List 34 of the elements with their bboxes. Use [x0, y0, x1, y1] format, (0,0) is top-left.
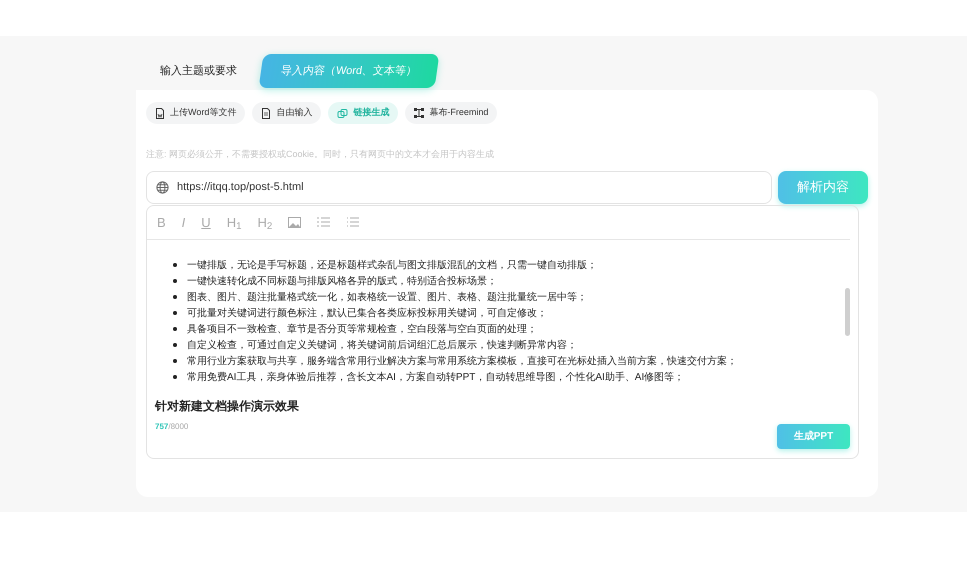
format-button[interactable]: H$_{1}$	[226, 216, 242, 228]
notice-text: 注意: 网页必须公开，不需要授权或Cookie。同时，只有网页中的文本才会用于内容生成	[146, 148, 496, 161]
content-heading: 针对新建文档操作演示效果	[155, 398, 300, 414]
bullet-text: 可批量对关键词进行颜色标注，默认已集合各类应标投标用关键词，可自定修改；	[187, 306, 547, 320]
url-field[interactable]: https://itqq.top/post-5.html	[146, 170, 772, 204]
bullet-text: 自定义检查，可通过自定义关键词，将关键词前后词组汇总后展示，快速判断异常内容；	[187, 338, 577, 352]
document-icon	[261, 108, 272, 118]
format-button[interactable]: B	[157, 216, 166, 228]
generate-ppt-button[interactable]: 生成PPT	[777, 424, 850, 448]
mode-chip[interactable]: 上传Word等文件	[146, 102, 246, 124]
bullet-text: 常用行业方案获取与共享，服务端含常用行业解决方案与常用系统方案模板，直接可在光标处插入当前方案，快速交付方案；	[187, 354, 737, 368]
mode-chip[interactable]: 链接生成	[328, 102, 398, 124]
bullet-text: 常用免费AI工具，亲身体验后推荐，含长文本AI，方案自动转PPT，自动转思维导图，个性化AI助手、AI修图等；	[187, 370, 684, 384]
mode-chip[interactable]: 自由输入	[252, 102, 322, 124]
word-file-icon	[155, 108, 165, 118]
bullet-list-icon[interactable]	[346, 216, 360, 228]
bullet-text: 一键排版，无论是手写标题，还是标题样式杂乱与图文排版混乱的文档，只需一键自动排版；	[187, 258, 597, 272]
char-count: 757	[155, 420, 168, 432]
image-icon[interactable]	[288, 216, 302, 228]
format-button[interactable]: H$_{2}$	[258, 216, 272, 228]
mode-chip[interactable]: 幕布-Freemind	[405, 102, 498, 124]
parse-button[interactable]: 解析内容	[778, 170, 868, 204]
ordered-list-icon[interactable]	[317, 216, 330, 228]
link-icon	[337, 108, 348, 118]
format-button[interactable]: U	[201, 216, 211, 228]
globe-icon	[156, 180, 169, 194]
bullet-text: 具备项目不一致检查、章节是否分页等常规检查，空白段落与空白页面的处理；	[187, 322, 537, 336]
mindmap-icon	[414, 108, 424, 118]
char-limit: /8000	[168, 420, 188, 432]
bullet-text: 图表、图片、题注批量格式统一化，如表格统一设置、图片、表格、题注批量统一居中等；	[187, 290, 587, 304]
tab[interactable]: 导入内容（Word、文本等）	[258, 54, 440, 88]
bullet-text: 一键快速转化成不同标题与排版风格各异的版式，特别适合投标场景；	[187, 274, 497, 288]
format-button[interactable]: I	[182, 216, 186, 228]
scrollbar-thumb	[845, 288, 850, 336]
